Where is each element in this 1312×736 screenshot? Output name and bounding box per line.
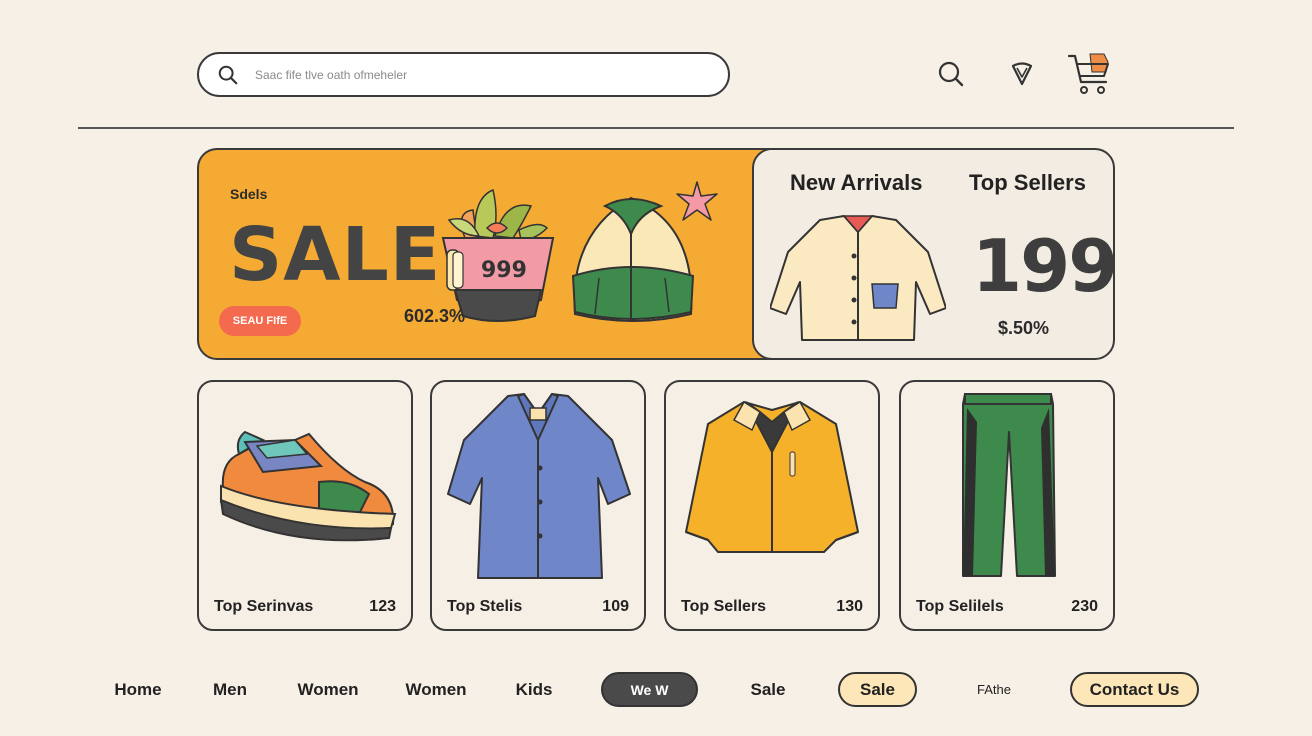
feature-big-number: 199 [972, 224, 1118, 308]
search-bar[interactable] [197, 52, 730, 97]
nav-sale[interactable]: Sale [738, 672, 798, 707]
product-name: Top Stelis [447, 598, 523, 615]
shirt-illustration [770, 215, 946, 341]
shirt-icon [447, 392, 631, 579]
product-value: 123 [369, 598, 396, 615]
cart-icon[interactable] [1066, 48, 1114, 98]
sale-hero-banner[interactable]: Sdels SALE SEAU FIfE 999 602.3% [197, 148, 787, 360]
heart-icon[interactable] [1005, 57, 1039, 91]
product-card[interactable]: Top Stelis 109 [430, 380, 646, 631]
nav-men[interactable]: Men [200, 672, 260, 707]
header-divider [78, 127, 1234, 129]
tab-top-sellers[interactable]: Top Sellers [969, 170, 1086, 196]
product-value: 130 [836, 598, 863, 615]
sneaker-icon [219, 430, 397, 542]
search-icon[interactable] [934, 57, 968, 91]
product-value: 230 [1071, 598, 1098, 615]
hero-headline: SALE [229, 212, 442, 298]
nav-kids[interactable]: Kids [506, 672, 562, 707]
feature-percent: $.50% [998, 318, 1050, 338]
star-leaf-icon [676, 181, 718, 221]
product-name: Top Selilels [916, 598, 1004, 615]
product-name: Top Sellers [681, 598, 767, 615]
hero-price-tag: 999 [481, 258, 527, 283]
nav-women-2[interactable]: Women [396, 672, 476, 707]
product-card[interactable]: Top Sellers 130 [664, 380, 880, 631]
pants-icon [962, 393, 1056, 577]
nav-sale-pill[interactable]: Sale [838, 672, 917, 707]
hero-cta-button[interactable]: SEAU FIfE [219, 306, 301, 336]
nav-we-w[interactable]: We W [601, 672, 698, 707]
potted-plant-illustration [441, 188, 555, 322]
search-input[interactable] [255, 67, 695, 82]
product-card[interactable]: Top Serinvas 123 [197, 380, 413, 631]
search-icon [218, 65, 238, 84]
jacket-icon [685, 400, 859, 553]
product-value: 109 [602, 598, 629, 615]
feature-panel: New Arrivals Top Sellers 199 $.50% [752, 148, 1118, 360]
hero-percent: 602.3% [404, 306, 466, 326]
nav-fathe[interactable]: FAthe [960, 672, 1028, 707]
product-name: Top Serinvas [214, 598, 314, 615]
hero-small-label: Sdels [230, 186, 268, 202]
tab-new-arrivals[interactable]: New Arrivals [790, 170, 922, 196]
nav-home[interactable]: Home [105, 672, 171, 707]
nav-contact-us[interactable]: Contact Us [1070, 672, 1199, 707]
product-card[interactable]: Top Selilels 230 [899, 380, 1115, 631]
nav-women[interactable]: Women [288, 672, 368, 707]
